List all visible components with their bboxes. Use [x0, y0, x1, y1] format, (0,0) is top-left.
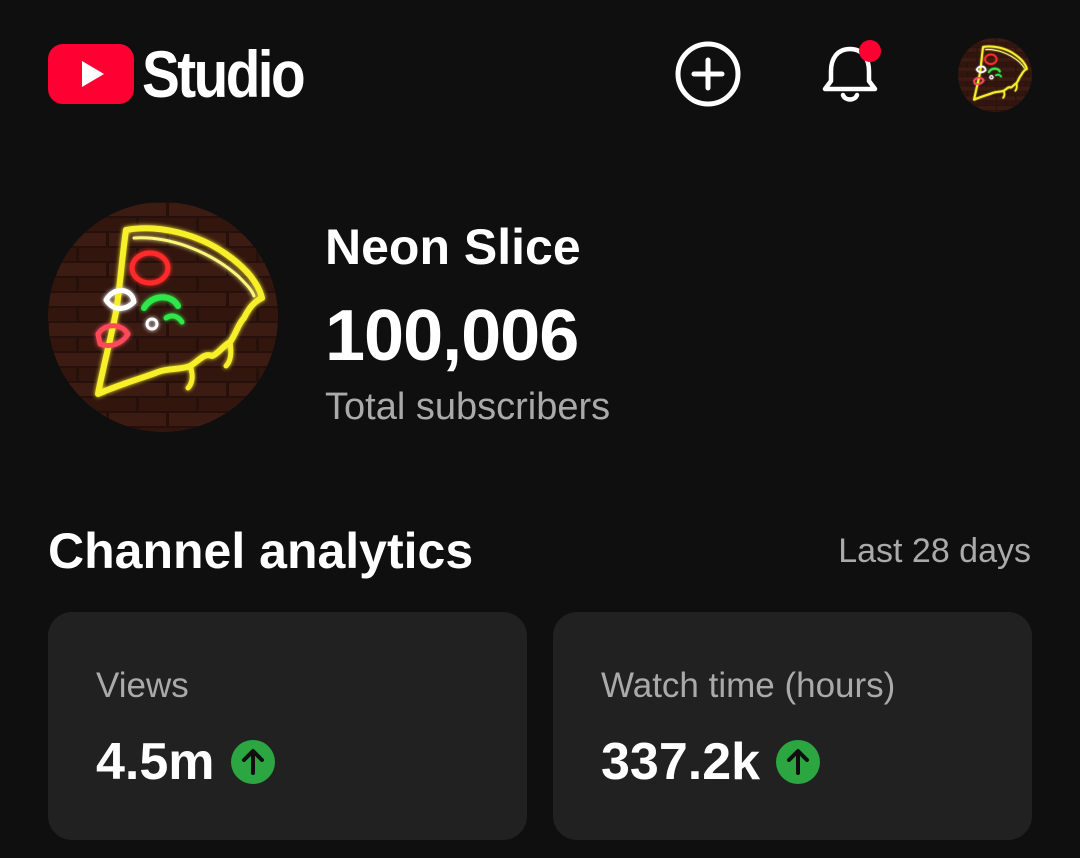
youtube-play-icon [48, 44, 134, 104]
channel-name: Neon Slice [325, 219, 581, 275]
subscriber-count: 100,006 [325, 296, 579, 376]
youtube-studio-logo[interactable]: Studio [48, 41, 329, 107]
watch-time-card[interactable]: Watch time (hours) 337.2k [553, 612, 1032, 840]
account-avatar [958, 38, 1032, 112]
pizza-neon-image [48, 202, 278, 432]
logo-text: Studio [142, 37, 306, 111]
account-button[interactable] [958, 38, 1032, 112]
notifications-button[interactable] [812, 36, 888, 112]
period-label: Last 28 days [838, 532, 1031, 570]
metric-value: 4.5m [96, 733, 215, 791]
create-button[interactable] [670, 36, 746, 112]
channel-avatar[interactable] [48, 202, 278, 432]
trend-up-icon [230, 740, 275, 784]
trend-up-icon [776, 740, 821, 784]
notification-badge [859, 40, 881, 62]
channel-analytics-title: Channel analytics [48, 523, 474, 579]
create-plus-icon [675, 41, 741, 107]
subscriber-label: Total subscribers [325, 386, 611, 428]
metric-value: 337.2k [601, 733, 761, 791]
metric-label: Watch time (hours) [601, 666, 896, 705]
metric-label: Views [96, 666, 189, 705]
views-card[interactable]: Views 4.5m [48, 612, 527, 840]
